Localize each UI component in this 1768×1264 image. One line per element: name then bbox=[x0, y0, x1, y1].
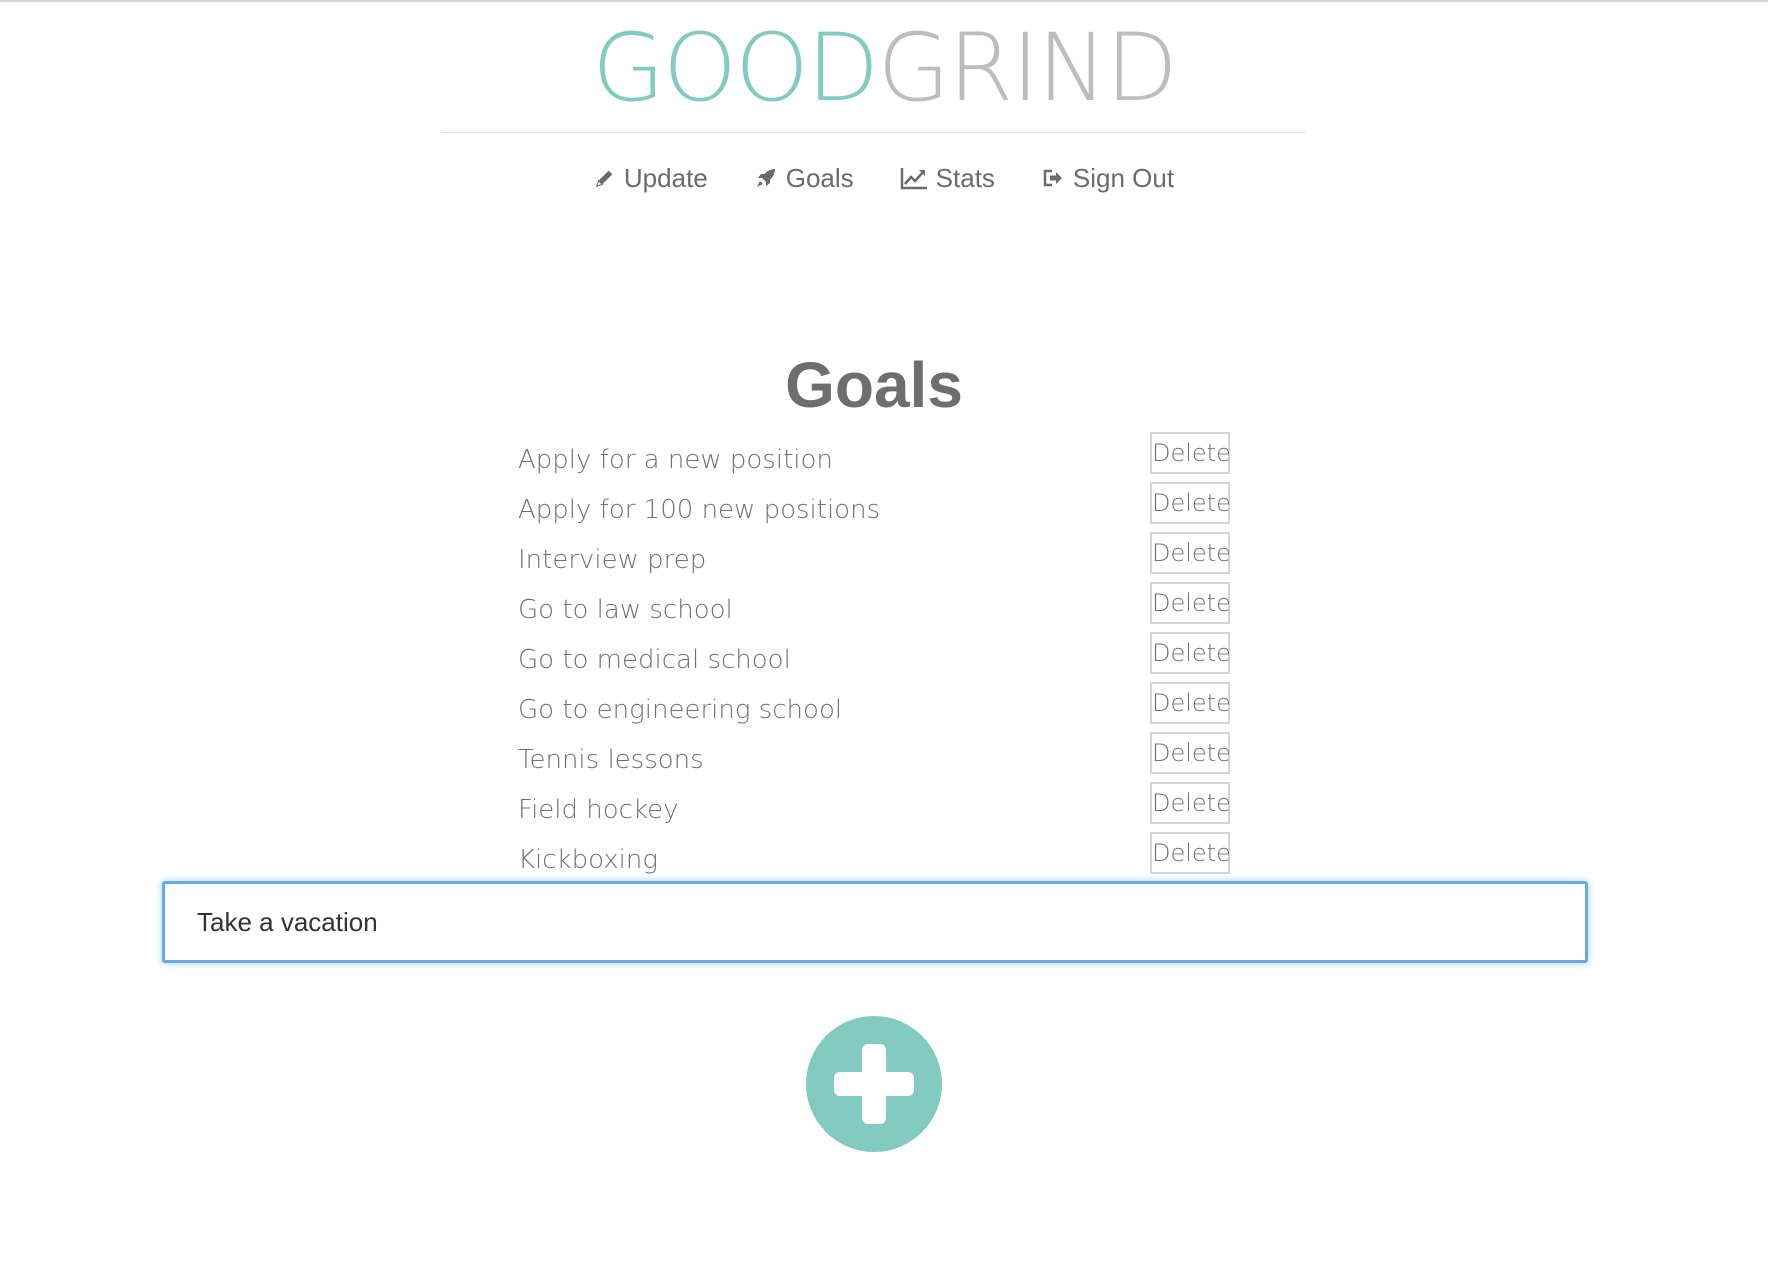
rocket-icon bbox=[754, 166, 778, 190]
nav-stats-label: Stats bbox=[935, 163, 995, 193]
goal-label: Go to engineering school bbox=[518, 695, 843, 725]
plus-icon bbox=[806, 1016, 942, 1152]
sign-out-icon bbox=[1041, 166, 1065, 190]
goal-label: Interview prep bbox=[518, 545, 707, 575]
goal-label: Go to medical school bbox=[518, 645, 791, 675]
goal-row: Apply for a new position Delete bbox=[518, 432, 1232, 482]
goal-label: Kickboxing bbox=[518, 845, 658, 875]
goal-row: Apply for 100 new positions Delete bbox=[518, 482, 1232, 532]
goal-row: Tennis lessons Delete bbox=[518, 732, 1232, 782]
nav-goals[interactable]: Goals bbox=[754, 158, 854, 198]
goal-row: Kickboxing Delete bbox=[518, 832, 1232, 882]
new-goal-input[interactable] bbox=[162, 881, 1588, 963]
top-border bbox=[0, 0, 1768, 2]
add-goal-button[interactable] bbox=[806, 1016, 942, 1152]
goal-label: Apply for a new position bbox=[518, 445, 833, 475]
delete-button[interactable]: Delete bbox=[1150, 682, 1231, 724]
goal-label: Field hockey bbox=[518, 795, 679, 825]
delete-button[interactable]: Delete bbox=[1150, 432, 1231, 474]
delete-button[interactable]: Delete bbox=[1150, 732, 1231, 774]
delete-button[interactable]: Delete bbox=[1150, 532, 1231, 574]
logo-grind: GRIND bbox=[877, 14, 1178, 123]
logo-good: GOOD bbox=[592, 14, 879, 123]
nav-stats[interactable]: Stats bbox=[900, 158, 995, 198]
goal-row: Go to engineering school Delete bbox=[518, 682, 1232, 732]
goal-label: Go to law school bbox=[518, 595, 733, 625]
nav-sign-out-label: Sign Out bbox=[1072, 163, 1175, 193]
goal-row: Go to medical school Delete bbox=[518, 632, 1232, 682]
main-nav: Update Goals Stats Sign Out bbox=[0, 158, 1768, 198]
delete-button[interactable]: Delete bbox=[1150, 482, 1231, 524]
goal-row: Field hockey Delete bbox=[518, 782, 1232, 832]
delete-button[interactable]: Delete bbox=[1150, 582, 1231, 624]
logo[interactable]: GOODGRIND bbox=[0, 14, 1768, 124]
header-divider bbox=[442, 132, 1306, 133]
goal-list: Apply for a new position Delete Apply fo… bbox=[518, 432, 1232, 882]
delete-button[interactable]: Delete bbox=[1150, 782, 1231, 824]
goal-row: Go to law school Delete bbox=[518, 582, 1232, 632]
nav-sign-out[interactable]: Sign Out bbox=[1041, 158, 1174, 198]
page-title: Goals bbox=[785, 349, 963, 421]
goal-label: Tennis lessons bbox=[518, 745, 704, 775]
goal-label: Apply for 100 new positions bbox=[518, 495, 881, 525]
nav-goals-label: Goals bbox=[785, 163, 854, 193]
delete-button[interactable]: Delete bbox=[1150, 832, 1231, 874]
goal-row: Interview prep Delete bbox=[518, 532, 1232, 582]
nav-update[interactable]: Update bbox=[594, 158, 708, 198]
line-chart-icon bbox=[900, 166, 928, 190]
pencil-icon bbox=[594, 167, 616, 189]
nav-update-label: Update bbox=[623, 163, 708, 193]
delete-button[interactable]: Delete bbox=[1150, 632, 1231, 674]
